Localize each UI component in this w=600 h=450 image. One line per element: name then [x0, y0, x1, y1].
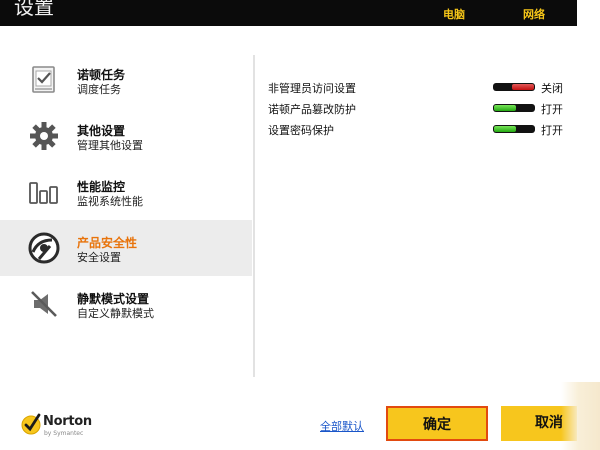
sidebar-item-subtitle: 安全设置 — [77, 251, 121, 264]
sidebar-item-subtitle: 管理其他设置 — [77, 139, 143, 152]
tab-computer[interactable]: 电脑 — [443, 6, 465, 22]
setting-label: 设置密码保护 — [268, 124, 334, 137]
setting-label: 非管理员访问设置 — [268, 82, 356, 95]
task-clipboard-icon — [28, 64, 60, 96]
logo-sub: by Symantec — [44, 430, 84, 437]
sidebar-item-product-security[interactable]: 产品安全性 安全设置 — [0, 220, 252, 276]
non-admin-access-toggle[interactable] — [493, 83, 535, 91]
sidebar-item-subtitle: 监视系统性能 — [77, 195, 143, 208]
logo-brand: Norton — [43, 414, 92, 429]
setting-label: 诺顿产品篡改防护 — [268, 103, 356, 116]
sidebar: 诺顿任务 调度任务 其他设置 管理其他设置 性能监控 监视系统性能 产品安全性 … — [0, 52, 252, 382]
sidebar-item-subtitle: 调度任务 — [77, 83, 121, 96]
mute-speaker-icon — [28, 288, 60, 320]
setting-state: 打开 — [541, 103, 563, 116]
sidebar-item-performance[interactable]: 性能监控 监视系统性能 — [0, 164, 252, 220]
norton-check-icon — [21, 413, 41, 435]
corner-glow — [561, 382, 600, 450]
setting-row-non-admin-access: 非管理员访问设置 关闭 — [268, 78, 568, 98]
setting-row-tamper-protection: 诺顿产品篡改防护 打开 — [268, 99, 568, 119]
setting-row-password-protection: 设置密码保护 打开 — [268, 120, 568, 140]
sidebar-item-norton-tasks[interactable]: 诺顿任务 调度任务 — [0, 52, 252, 108]
title-bar: 设置 电脑 网络 — [0, 0, 577, 26]
tab-network[interactable]: 网络 — [523, 6, 545, 22]
ok-button[interactable]: 确定 — [386, 406, 488, 441]
sidebar-item-other-settings[interactable]: 其他设置 管理其他设置 — [0, 108, 252, 164]
norton-logo: Norton by Symantec — [20, 412, 100, 440]
performance-bars-icon — [28, 176, 60, 208]
panel-divider — [253, 55, 255, 377]
password-protection-toggle[interactable] — [493, 125, 535, 133]
restore-defaults-link[interactable]: 全部默认 — [320, 418, 364, 434]
sidebar-item-subtitle: 自定义静默模式 — [77, 307, 154, 320]
window-title: 设置 — [14, 0, 54, 19]
tamper-protection-toggle[interactable] — [493, 104, 535, 112]
gear-icon — [28, 120, 60, 152]
security-disc-icon — [28, 232, 60, 264]
setting-state: 打开 — [541, 124, 563, 137]
sidebar-item-silent-mode[interactable]: 静默模式设置 自定义静默模式 — [0, 276, 252, 332]
setting-state: 关闭 — [541, 82, 563, 95]
